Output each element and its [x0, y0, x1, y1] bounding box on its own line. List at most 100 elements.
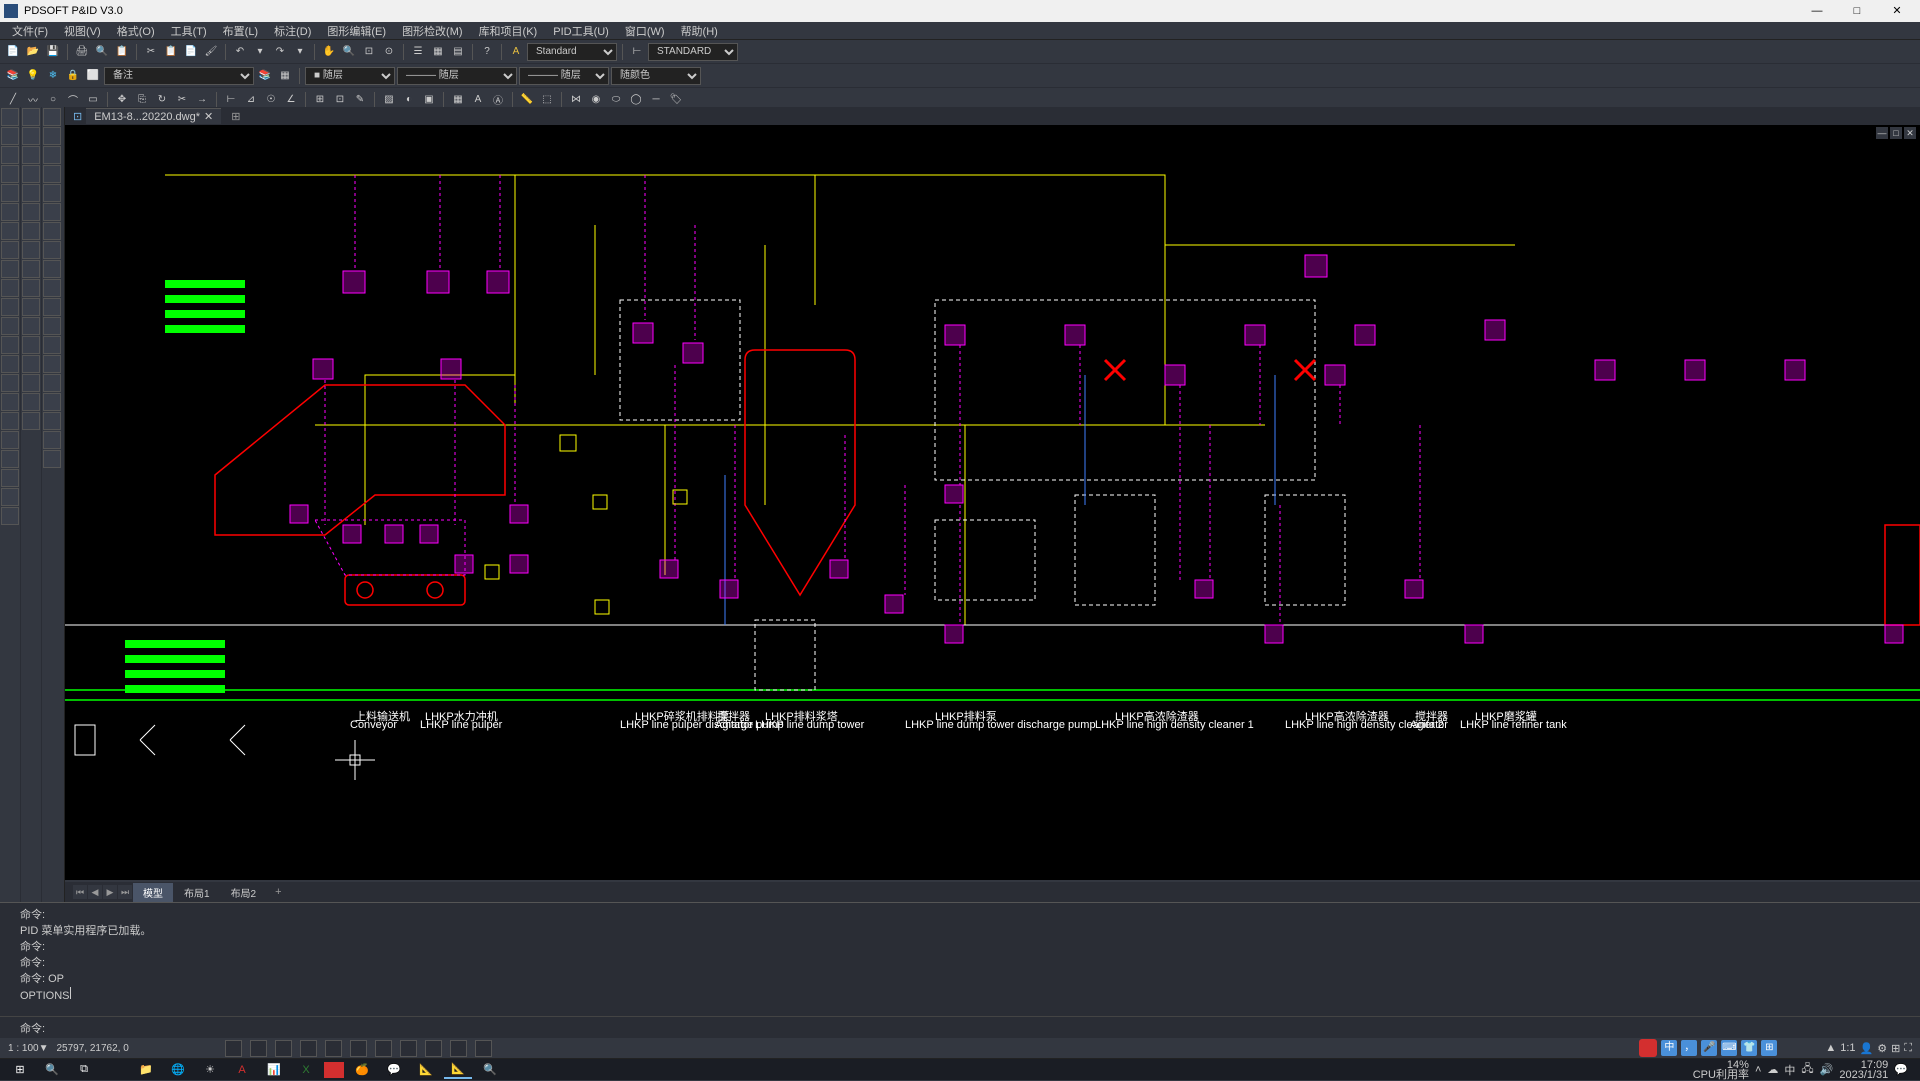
polar-button[interactable]: [300, 1040, 317, 1057]
tray-cloud-icon[interactable]: ☁: [1767, 1063, 1778, 1076]
new-tab-button[interactable]: ⊞: [225, 110, 246, 123]
palette-btn-2m[interactable]: [22, 336, 40, 354]
palette-btn-1q[interactable]: [1, 412, 19, 430]
palette-btn-3f[interactable]: [43, 203, 61, 221]
palette-btn-2n[interactable]: [22, 355, 40, 373]
block-insert-button[interactable]: ⊞: [311, 91, 329, 109]
layer-freeze-icon[interactable]: ❄: [44, 67, 62, 85]
print-button[interactable]: 🖨: [73, 43, 91, 61]
palette-btn-2f[interactable]: [22, 203, 40, 221]
redo-button[interactable]: ↷: [271, 43, 289, 61]
task-app2[interactable]: [324, 1062, 344, 1078]
ime-sogou-icon[interactable]: [1639, 1039, 1657, 1057]
layer-prev-button[interactable]: 📚: [256, 67, 274, 85]
task-app3[interactable]: 🍊: [348, 1060, 376, 1079]
cut-button[interactable]: ✂: [142, 43, 160, 61]
tab-nav-last[interactable]: ⏭: [118, 885, 132, 899]
palette-btn-1s[interactable]: [1, 450, 19, 468]
anno-scale[interactable]: 1:1: [1840, 1042, 1855, 1054]
task-weather[interactable]: ☀: [196, 1060, 224, 1079]
palette-btn-1e[interactable]: [1, 184, 19, 202]
palette-btn-2j[interactable]: [22, 279, 40, 297]
palette-btn-3b[interactable]: [43, 127, 61, 145]
palette-btn-3n[interactable]: [43, 355, 61, 373]
command-input[interactable]: [49, 1021, 1900, 1035]
task-pdsoft[interactable]: 📐: [444, 1060, 472, 1079]
tab-handle-icon[interactable]: ⊡: [73, 110, 82, 123]
matchprop-button[interactable]: 🖌: [202, 43, 220, 61]
dim-style-select[interactable]: STANDARD: [648, 43, 738, 61]
task-chrome[interactable]: 🌐: [164, 1060, 192, 1079]
hatch-button[interactable]: ▨: [380, 91, 398, 109]
palette-btn-3i[interactable]: [43, 260, 61, 278]
area-button[interactable]: ⬚: [538, 91, 556, 109]
palette-btn-3m[interactable]: [43, 336, 61, 354]
search-button[interactable]: 🔍: [38, 1060, 66, 1079]
palette-btn-1b[interactable]: [1, 127, 19, 145]
menu-file[interactable]: 文件(F): [4, 23, 56, 39]
close-button[interactable]: ✕: [1878, 2, 1916, 20]
dim-aligned-button[interactable]: ⊿: [242, 91, 260, 109]
draw-rect-button[interactable]: ▭: [84, 91, 102, 109]
new-button[interactable]: 📄: [4, 43, 22, 61]
save-button[interactable]: 💾: [44, 43, 62, 61]
drawing-canvas[interactable]: — □ ✕: [65, 125, 1920, 880]
menu-help[interactable]: 帮助(H): [673, 23, 726, 39]
palette-btn-3d[interactable]: [43, 165, 61, 183]
modify-move-button[interactable]: ✥: [113, 91, 131, 109]
palette-btn-3g[interactable]: [43, 222, 61, 240]
measure-button[interactable]: 📏: [518, 91, 536, 109]
taskview-button[interactable]: ⧉: [70, 1060, 98, 1079]
zoom-window-button[interactable]: ⊡: [360, 43, 378, 61]
palette-btn-2p[interactable]: [22, 393, 40, 411]
linetype-select[interactable]: ——— 随层: [397, 67, 517, 85]
start-button[interactable]: ⊞: [6, 1060, 34, 1079]
minimize-button[interactable]: —: [1798, 2, 1836, 20]
modify-copy-button[interactable]: ⎘: [133, 91, 151, 109]
palette-btn-2i[interactable]: [22, 260, 40, 278]
tab-nav-first[interactable]: ⏮: [73, 885, 87, 899]
zoom-prev-button[interactable]: ⊙: [380, 43, 398, 61]
lineweight-select[interactable]: ——— 随层: [519, 67, 609, 85]
menu-graphedit[interactable]: 图形编辑(E): [319, 23, 394, 39]
palette-btn-3l[interactable]: [43, 317, 61, 335]
palette-btn-1v[interactable]: [1, 507, 19, 525]
palette-btn-2a[interactable]: [22, 108, 40, 126]
menu-library[interactable]: 库和项目(K): [471, 23, 546, 39]
palette-btn-3o[interactable]: [43, 374, 61, 392]
pan-button[interactable]: ✋: [320, 43, 338, 61]
menu-graphcheck[interactable]: 图形检改(M): [394, 23, 471, 39]
snap-grid-button[interactable]: [225, 1040, 242, 1057]
dim-radius-button[interactable]: ☉: [262, 91, 280, 109]
palette-btn-1d[interactable]: [1, 165, 19, 183]
palette-btn-3q[interactable]: [43, 412, 61, 430]
anno-vis-icon[interactable]: 👤: [1860, 1042, 1874, 1055]
palette-btn-1t[interactable]: [1, 469, 19, 487]
ime-mic-button[interactable]: 🎤: [1701, 1040, 1717, 1056]
otrack-button[interactable]: [350, 1040, 367, 1057]
status-scale[interactable]: 1 : 100▼: [8, 1043, 48, 1054]
layer-color-icon[interactable]: ⬜: [84, 67, 102, 85]
layer-select[interactable]: 备注: [104, 67, 254, 85]
palette-btn-3p[interactable]: [43, 393, 61, 411]
menu-format[interactable]: 格式(O): [109, 23, 163, 39]
color-select[interactable]: ■ 随层: [305, 67, 395, 85]
pid-line-button[interactable]: ─: [647, 91, 665, 109]
palette-btn-2b[interactable]: [22, 127, 40, 145]
draw-circle-button[interactable]: ○: [44, 91, 62, 109]
paste-button[interactable]: 📄: [182, 43, 200, 61]
palette-btn-2o[interactable]: [22, 374, 40, 392]
dim-angular-button[interactable]: ∠: [282, 91, 300, 109]
ime-keyboard-button[interactable]: ⌨: [1721, 1040, 1737, 1056]
layer-states-button[interactable]: ▦: [276, 67, 294, 85]
region-button[interactable]: ▣: [420, 91, 438, 109]
tab-nav-prev[interactable]: ◀: [88, 885, 102, 899]
tab-layout2[interactable]: 布局2: [221, 883, 267, 902]
palette-btn-3e[interactable]: [43, 184, 61, 202]
nav-cube-icon[interactable]: ▲: [1825, 1042, 1836, 1054]
palette-btn-1m[interactable]: [1, 336, 19, 354]
palette-btn-1i[interactable]: [1, 260, 19, 278]
task-app5[interactable]: 📐: [412, 1060, 440, 1079]
palette-btn-1u[interactable]: [1, 488, 19, 506]
palette-btn-3h[interactable]: [43, 241, 61, 259]
